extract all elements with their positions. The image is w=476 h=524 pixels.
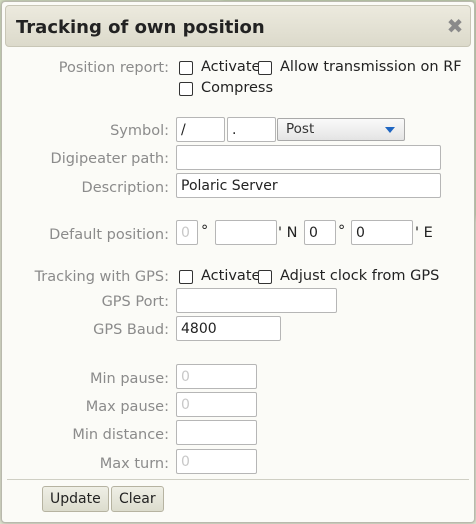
gps-baud-input[interactable] (176, 316, 281, 341)
symbol-select-value: Post (286, 121, 315, 137)
max-pause-input[interactable] (176, 392, 257, 417)
close-icon[interactable]: ✖ (444, 15, 466, 37)
symbol-select[interactable]: Post (277, 118, 405, 141)
allow-transmission-label: Allow transmission on RF (280, 59, 462, 75)
gps-activate-checkbox[interactable] (179, 270, 193, 284)
position-report-activate-label: Activate (201, 59, 261, 75)
chevron-down-icon (385, 127, 395, 133)
gps-port-label: GPS Port: (101, 294, 169, 310)
compress-checkbox[interactable] (179, 82, 193, 96)
adjust-clock-checkbox[interactable] (258, 270, 272, 284)
max-turn-input[interactable] (176, 449, 257, 474)
gps-baud-label: GPS Baud: (93, 322, 169, 338)
longitude-degrees-input[interactable] (304, 220, 336, 245)
digipeater-label: Digipeater path: (50, 151, 169, 167)
max-pause-label: Max pause: (85, 399, 169, 415)
gps-activate-label: Activate (201, 268, 261, 284)
dialog-titlebar[interactable]: Tracking of own position ✖ (5, 5, 471, 47)
default-position-label: Default position: (49, 227, 169, 243)
latitude-suffix: ' N (278, 225, 298, 241)
latitude-degrees-input[interactable] (176, 220, 198, 245)
footer-divider (7, 479, 469, 480)
update-button[interactable]: Update (42, 486, 109, 512)
gps-port-input[interactable] (176, 288, 337, 313)
symbol-input[interactable] (227, 117, 276, 142)
min-distance-label: Min distance: (72, 427, 169, 443)
longitude-minutes-input[interactable] (351, 220, 413, 245)
allow-transmission-checkbox[interactable] (258, 61, 272, 75)
position-report-activate-checkbox[interactable] (179, 61, 193, 75)
symbol-label: Symbol: (110, 123, 169, 139)
max-turn-label: Max turn: (99, 456, 169, 472)
description-input[interactable] (176, 173, 441, 198)
min-pause-input[interactable] (176, 364, 257, 389)
longitude-degree-sign: ° (338, 223, 346, 239)
longitude-suffix: ' E (415, 225, 433, 241)
latitude-minutes-input[interactable] (215, 220, 277, 245)
gps-tracking-label: Tracking with GPS: (34, 269, 169, 285)
latitude-degree-sign: ° (201, 223, 209, 239)
digipeater-input[interactable] (176, 145, 441, 170)
min-pause-label: Min pause: (90, 371, 169, 387)
clear-button[interactable]: Clear (111, 486, 164, 512)
symbol-table-input[interactable] (176, 117, 225, 142)
min-distance-input[interactable] (176, 420, 257, 445)
adjust-clock-label: Adjust clock from GPS (280, 268, 440, 284)
dialog-title: Tracking of own position (16, 17, 265, 38)
description-label: Description: (81, 180, 169, 196)
compress-label: Compress (201, 80, 273, 96)
position-report-label: Position report: (58, 60, 169, 76)
